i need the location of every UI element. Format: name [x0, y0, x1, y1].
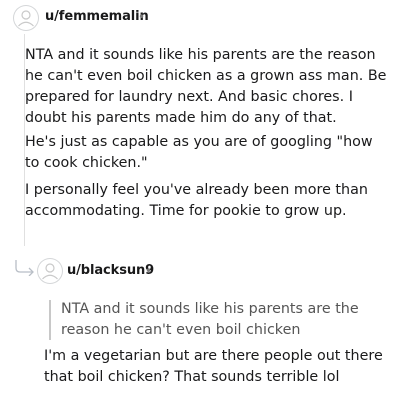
comment-author[interactable]: u/blacksun9: [67, 263, 154, 279]
avatar[interactable]: [38, 259, 62, 283]
comment-paragraph: I personally feel you've already been mo…: [25, 182, 368, 219]
comment-paragraph: He's just as capable as you are of googl…: [25, 134, 373, 171]
reply-arrow-icon: [15, 260, 34, 276]
comment-paragraph: NTA and it sounds like his parents are t…: [25, 47, 387, 126]
meta-separator: •: [145, 264, 153, 278]
default-avatar-icon: [38, 259, 62, 283]
comment-paragraph: I'm a vegetarian but are there people ou…: [44, 348, 383, 385]
avatar[interactable]: [14, 6, 38, 30]
quote-bar: [49, 300, 51, 340]
comment-author[interactable]: u/femmemalin: [45, 9, 149, 25]
default-avatar-icon: [14, 6, 38, 30]
meta-separator: •: [138, 10, 146, 24]
quoted-text: NTA and it sounds like his parents are t…: [61, 301, 359, 338]
